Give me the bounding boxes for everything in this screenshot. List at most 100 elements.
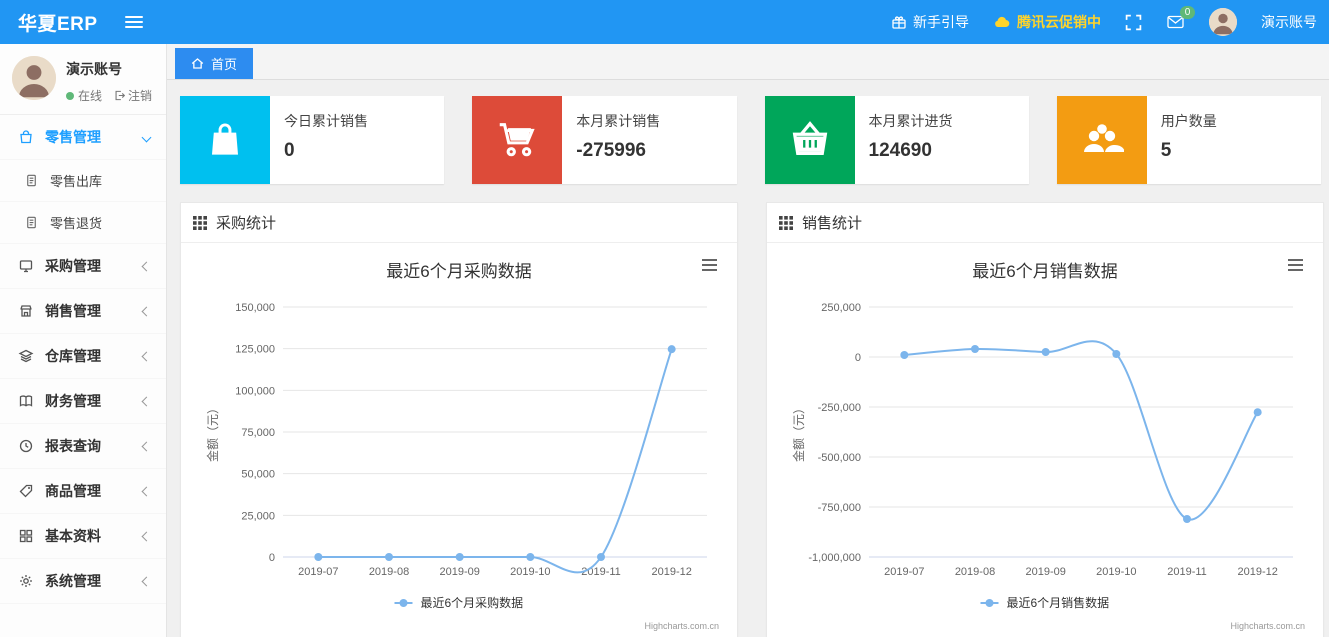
- fullscreen-icon: [1125, 14, 1142, 31]
- home-icon: [191, 57, 204, 70]
- data-point-marker[interactable]: [314, 553, 322, 561]
- person-icon: [1209, 8, 1237, 36]
- fullscreen-button[interactable]: [1125, 14, 1142, 31]
- document-icon: [24, 173, 39, 188]
- sidebar-item-retail[interactable]: 零售管理: [0, 115, 166, 160]
- th-grid-icon: [193, 216, 207, 230]
- data-point-marker[interactable]: [971, 345, 979, 353]
- guide-icon: [891, 14, 907, 30]
- sales-trend-chart: 最近6个月销售数据-1,000,000-750,000-500,000-250,…: [777, 245, 1313, 637]
- sidebar-item-label: 报表查询: [45, 436, 101, 456]
- data-point-marker[interactable]: [1042, 348, 1050, 356]
- messages-button[interactable]: 0: [1166, 14, 1185, 30]
- user-name: 演示账号: [66, 59, 152, 79]
- tab-home-label: 首页: [211, 54, 237, 73]
- chart-title: 最近6个月销售数据: [972, 262, 1117, 281]
- svg-text:2019-11: 2019-11: [581, 566, 621, 578]
- layers-icon: [18, 348, 34, 364]
- chevron-left-icon: [142, 261, 152, 271]
- svg-text:2019-07: 2019-07: [884, 566, 924, 578]
- sidebar-item-label: 商品管理: [45, 481, 101, 501]
- svg-text:2019-09: 2019-09: [439, 566, 479, 578]
- data-point-marker[interactable]: [1254, 408, 1262, 416]
- gear-icon: [18, 573, 34, 589]
- sidebar: 演示账号 在线 注销 零售管理 零售出库: [0, 44, 167, 637]
- sales-stats-panel: 销售统计 最近6个月销售数据-1,000,000-750,000-500,000…: [766, 202, 1324, 637]
- panel-title: 销售统计: [802, 212, 862, 233]
- book-icon: [18, 393, 34, 409]
- chart-credit[interactable]: Highcharts.com.cn: [644, 621, 719, 631]
- sidebar-item-retail-return[interactable]: 零售退货: [0, 202, 166, 244]
- svg-text:-250,000: -250,000: [818, 402, 861, 414]
- chart-context-menu-button[interactable]: [702, 259, 717, 271]
- sidebar-toggle-button[interactable]: [124, 14, 144, 30]
- user-avatar[interactable]: [12, 56, 56, 100]
- account-menu-item[interactable]: 演示账号: [1261, 12, 1317, 32]
- avatar[interactable]: [1209, 8, 1237, 36]
- sidebar-item-products[interactable]: 商品管理: [0, 469, 166, 514]
- chevron-left-icon: [142, 351, 152, 361]
- document-icon: [24, 215, 39, 230]
- monitor-icon: [18, 258, 34, 274]
- sidebar-item-finance[interactable]: 财务管理: [0, 379, 166, 424]
- app-logo[interactable]: 华夏ERP: [0, 9, 98, 36]
- svg-text:100,000: 100,000: [235, 385, 275, 397]
- sidebar-item-purchase[interactable]: 采购管理: [0, 244, 166, 289]
- svg-text:2019-07: 2019-07: [298, 566, 338, 578]
- card-label: 本月累计销售: [576, 111, 660, 131]
- sidebar-item-reports[interactable]: 报表查询: [0, 424, 166, 469]
- guide-menu-item[interactable]: 新手引导: [891, 12, 969, 32]
- purchase-stats-panel: 采购统计 最近6个月采购数据025,00050,00075,000100,000…: [180, 202, 738, 637]
- navbar-right: 新手引导 腾讯云促销中 0: [891, 8, 1329, 36]
- card-label: 今日累计销售: [284, 111, 368, 131]
- chevron-left-icon: [142, 486, 152, 496]
- svg-text:0: 0: [855, 352, 861, 364]
- svg-text:2019-11: 2019-11: [1167, 566, 1207, 578]
- y-axis-title: 金额（元）: [205, 402, 220, 462]
- data-point-marker[interactable]: [385, 553, 393, 561]
- sidebar-item-label: 仓库管理: [45, 346, 101, 366]
- data-point-marker[interactable]: [526, 553, 534, 561]
- grid-icon: [18, 528, 34, 544]
- hamburger-icon: [124, 14, 144, 30]
- sidebar-item-sales[interactable]: 销售管理: [0, 289, 166, 334]
- data-point-marker[interactable]: [1112, 350, 1120, 358]
- sidebar-item-retail-out[interactable]: 零售出库: [0, 160, 166, 202]
- sidebar-item-label: 零售管理: [45, 127, 101, 147]
- sidebar-item-basic-data[interactable]: 基本资料: [0, 514, 166, 559]
- svg-text:最近6个月销售数据: 最近6个月销售数据: [1007, 595, 1110, 610]
- account-label: 演示账号: [1261, 12, 1317, 32]
- card-label: 本月累计进货: [869, 111, 953, 131]
- data-point-marker[interactable]: [456, 553, 464, 561]
- chart-legend[interactable]: 最近6个月销售数据: [981, 595, 1110, 610]
- sidebar-item-label: 零售退货: [50, 213, 102, 232]
- logout-link[interactable]: 注销: [114, 87, 152, 104]
- chart-context-menu-button[interactable]: [1288, 259, 1303, 271]
- svg-text:最近6个月采购数据: 最近6个月采购数据: [421, 595, 524, 610]
- logout-icon: [114, 90, 125, 101]
- chart-credit[interactable]: Highcharts.com.cn: [1230, 621, 1305, 631]
- svg-text:125,000: 125,000: [235, 344, 275, 356]
- chart-panels-row: 采购统计 最近6个月采购数据025,00050,00075,000100,000…: [180, 202, 1321, 637]
- promo-menu-item[interactable]: 腾讯云促销中: [993, 12, 1101, 32]
- shopping-bag-icon: [18, 129, 34, 145]
- chevron-left-icon: [142, 576, 152, 586]
- store-icon: [18, 303, 34, 319]
- chart-legend[interactable]: 最近6个月采购数据: [395, 595, 524, 610]
- shopping-cart-icon: [472, 96, 562, 184]
- sidebar-item-system[interactable]: 系统管理: [0, 559, 166, 604]
- svg-text:-1,000,000: -1,000,000: [808, 552, 861, 564]
- top-navbar: 华夏ERP 新手引导 腾讯云促销中: [0, 0, 1329, 44]
- svg-text:-750,000: -750,000: [818, 502, 861, 514]
- shopping-basket-icon: [765, 96, 855, 184]
- sidebar-item-warehouse[interactable]: 仓库管理: [0, 334, 166, 379]
- person-icon: [12, 56, 56, 100]
- data-point-marker[interactable]: [900, 351, 908, 359]
- tab-home[interactable]: 首页: [175, 48, 253, 79]
- data-point-marker[interactable]: [668, 345, 676, 353]
- dashboard-content: 今日累计销售 0 本月累计销售 -275996: [167, 80, 1329, 637]
- data-point-marker[interactable]: [597, 553, 605, 561]
- chevron-left-icon: [142, 306, 152, 316]
- shopping-bag-icon: [180, 96, 270, 184]
- data-point-marker[interactable]: [1183, 515, 1191, 523]
